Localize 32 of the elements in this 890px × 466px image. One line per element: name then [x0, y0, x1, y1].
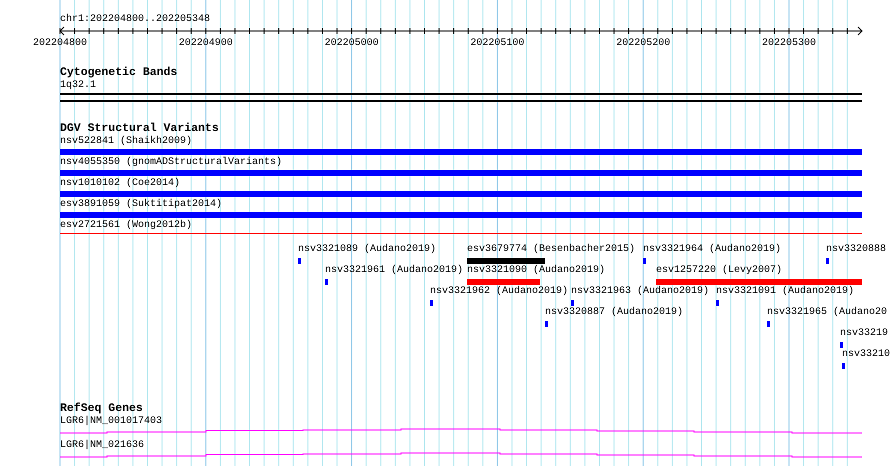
ruler-label: 202204800: [33, 38, 87, 49]
ruler-label: 202205000: [324, 38, 379, 49]
feature-label: LGR6|NM_001017403: [60, 415, 162, 428]
feature-label: nsv3320888: [826, 244, 886, 256]
feature-label: esv2721561 (Wong2012b): [60, 219, 192, 232]
ruler-label: 202204900: [178, 38, 233, 49]
feature-label: 1q32.1: [60, 79, 96, 92]
ruler-label: 202205300: [762, 38, 816, 49]
track-title: RefSeq Genes: [60, 403, 144, 415]
feature-label: nsv3321091 (Audano2019): [716, 286, 854, 298]
feature-label: nsv522841 (Shaikh2009): [60, 135, 192, 148]
feature-label: nsv3321089 (Audano2019): [298, 244, 436, 256]
feature-label: nsv33210: [842, 349, 890, 361]
feature-label: esv3891059 (Suktitipat2014): [60, 198, 222, 211]
ruler-label: 202205200: [616, 38, 670, 49]
location-label: chr1:202204800..202205348: [60, 14, 212, 26]
feature-label: nsv1010102 (Coe2014): [60, 177, 180, 190]
feature-label: nsv3321961 (Audano2019): [325, 265, 464, 277]
ruler-label: 202205100: [470, 38, 524, 49]
feature-label: esv1257220 (Levy2007): [656, 265, 782, 277]
track-title: Cytogenetic Bands: [60, 67, 178, 79]
track-title: DGV Structural Variants: [60, 123, 220, 135]
feature-label: LGR6|NM_021636: [60, 439, 144, 452]
feature-label: nsv3321962 (Audano2019): [430, 286, 568, 298]
feature-label: nsv33219: [840, 328, 888, 340]
feature-label: esv3679774 (Besenbacher2015): [467, 244, 636, 256]
feature-label: nsv3321963 (Audano2019): [571, 286, 710, 298]
feature-label: nsv4055350 (gnomADStructuralVariants): [60, 156, 282, 169]
feature-label: nsv3321964 (Audano2019): [643, 244, 782, 256]
feature-label: nsv3321965 (Audano20: [767, 307, 888, 319]
feature-label: nsv3320887 (Audano2019): [545, 307, 684, 319]
feature-label: nsv3321090 (Audano2019): [467, 265, 606, 277]
